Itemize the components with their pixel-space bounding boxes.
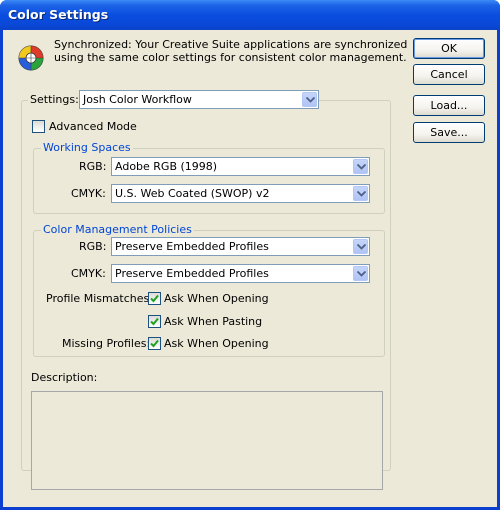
working-rgb-value: Adobe RGB (1998) — [115, 160, 218, 173]
ask-when-pasting-label[interactable]: Ask When Pasting — [164, 315, 262, 329]
missing-profiles-label: Missing Profiles: — [62, 337, 151, 350]
sync-message-line1: Synchronized: Your Creative Suite applic… — [54, 38, 408, 51]
chevron-down-icon — [353, 266, 368, 281]
missing-ask-when-opening-checkbox[interactable] — [148, 337, 161, 350]
description-box — [31, 391, 383, 490]
color-wheel-icon — [18, 45, 44, 71]
advanced-mode-checkbox[interactable] — [32, 120, 45, 133]
policies-title: Color Management Policies — [41, 223, 194, 237]
working-rgb-label: RGB: — [79, 160, 107, 173]
policy-rgb-label: RGB: — [79, 240, 107, 253]
chevron-down-icon — [353, 186, 368, 201]
ok-button[interactable]: OK — [413, 38, 485, 59]
policy-rgb-dropdown[interactable]: Preserve Embedded Profiles — [111, 237, 370, 256]
working-spaces-title: Working Spaces — [41, 141, 133, 155]
policy-rgb-value: Preserve Embedded Profiles — [115, 240, 269, 253]
color-settings-window: Color Settings Synchronized: Your Creati… — [0, 0, 500, 510]
checkmark-icon — [150, 339, 159, 348]
working-cmyk-label: CMYK: — [71, 187, 106, 200]
policy-cmyk-label: CMYK: — [71, 267, 106, 280]
settings-dropdown[interactable]: Josh Color Workflow — [79, 90, 319, 109]
save-button-label: Save... — [430, 126, 468, 139]
ask-when-opening-checkbox[interactable] — [148, 292, 161, 305]
description-label: Description: — [31, 371, 98, 384]
chevron-down-icon — [353, 159, 368, 174]
sync-message-line2: using the same color settings for consis… — [54, 51, 407, 64]
load-button[interactable]: Load... — [413, 95, 485, 116]
profile-mismatches-label: Profile Mismatches: — [46, 292, 153, 305]
chevron-down-icon — [353, 239, 368, 254]
save-button[interactable]: Save... — [413, 122, 485, 143]
working-cmyk-value: U.S. Web Coated (SWOP) v2 — [115, 187, 270, 200]
ok-button-label: OK — [441, 42, 457, 55]
load-button-label: Load... — [430, 99, 468, 112]
ask-when-pasting-checkbox[interactable] — [148, 315, 161, 328]
chevron-down-icon — [302, 92, 317, 107]
working-rgb-dropdown[interactable]: Adobe RGB (1998) — [111, 157, 370, 176]
title-bar[interactable]: Color Settings — [0, 0, 500, 30]
window-title: Color Settings — [8, 7, 109, 22]
policy-cmyk-value: Preserve Embedded Profiles — [115, 267, 269, 280]
ask-when-opening-label[interactable]: Ask When Opening — [164, 292, 269, 306]
settings-label: Settings: — [28, 93, 81, 107]
checkmark-icon — [150, 294, 159, 303]
advanced-mode-label[interactable]: Advanced Mode — [49, 120, 137, 134]
missing-ask-when-opening-label[interactable]: Ask When Opening — [164, 337, 269, 351]
dialog-body: Synchronized: Your Creative Suite applic… — [3, 30, 497, 507]
checkmark-icon — [150, 317, 159, 326]
settings-dropdown-value: Josh Color Workflow — [83, 93, 192, 106]
working-cmyk-dropdown[interactable]: U.S. Web Coated (SWOP) v2 — [111, 184, 370, 203]
cancel-button[interactable]: Cancel — [413, 64, 485, 85]
cancel-button-label: Cancel — [430, 68, 468, 81]
policy-cmyk-dropdown[interactable]: Preserve Embedded Profiles — [111, 264, 370, 283]
